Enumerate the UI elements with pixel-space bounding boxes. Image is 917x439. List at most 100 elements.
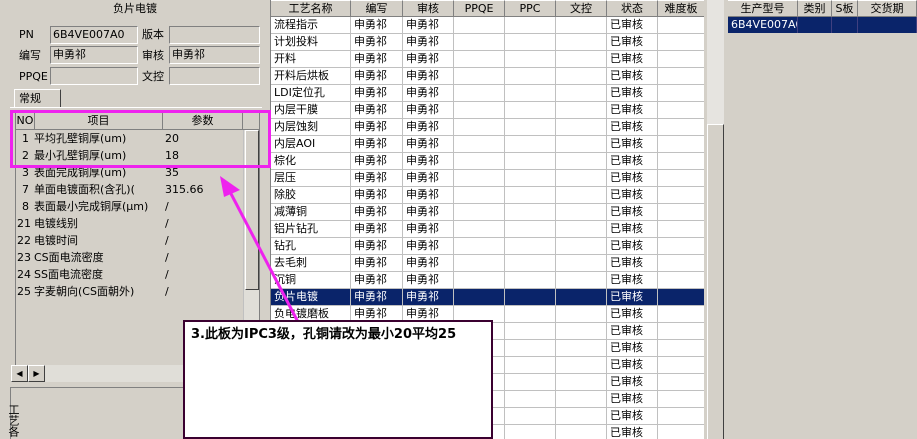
col-process-name[interactable]: 工艺名称 bbox=[271, 0, 351, 17]
cell-doc-control bbox=[556, 204, 607, 221]
row-value[interactable]: / bbox=[165, 283, 169, 300]
cell-doc-control bbox=[556, 323, 607, 340]
process-row[interactable]: 层压 申勇祁 申勇祁 已审核 bbox=[271, 170, 704, 187]
process-row[interactable]: LDI定位孔 申勇祁 申勇祁 已审核 bbox=[271, 85, 704, 102]
cell-ppqe bbox=[454, 170, 505, 187]
row-delivery bbox=[858, 17, 917, 33]
cell-process-name: 钻孔 bbox=[271, 238, 351, 255]
col-status[interactable]: 状态 bbox=[607, 0, 658, 17]
reviewer-field[interactable]: 申勇祁 bbox=[169, 46, 260, 64]
cell-doc-control bbox=[556, 289, 607, 306]
row-item: 电镀时间 bbox=[34, 234, 78, 247]
cell-process-name: 内层蚀刻 bbox=[271, 119, 351, 136]
cell-status: 已审核 bbox=[607, 119, 658, 136]
cell-difficulty bbox=[658, 170, 704, 187]
col-category[interactable]: 类别 bbox=[798, 0, 832, 17]
col-reviewer[interactable]: 审核 bbox=[403, 0, 454, 17]
col-s-board[interactable]: S板 bbox=[832, 0, 858, 17]
process-row[interactable]: 计划投料 申勇祁 申勇祁 已审核 bbox=[271, 34, 704, 51]
cell-reviewer: 申勇祁 bbox=[403, 289, 454, 306]
cell-process-name: 内层AOI bbox=[271, 136, 351, 153]
process-row[interactable]: 流程指示 申勇祁 申勇祁 已审核 bbox=[271, 17, 704, 34]
grid-row[interactable]: 7 单面电镀面积(含孔)( 315.66 bbox=[16, 181, 244, 198]
cell-doc-control bbox=[556, 136, 607, 153]
grid-row[interactable]: 21 电镀线别 / bbox=[16, 215, 244, 232]
cell-difficulty bbox=[658, 17, 704, 34]
cell-difficulty bbox=[658, 153, 704, 170]
process-table-scrollbar[interactable] bbox=[707, 0, 724, 439]
cell-status: 已审核 bbox=[607, 153, 658, 170]
cell-reviewer: 申勇祁 bbox=[403, 272, 454, 289]
author-field[interactable]: 申勇祁 bbox=[50, 46, 138, 64]
cell-ppc bbox=[505, 187, 556, 204]
process-row[interactable]: 负片电镀 申勇祁 申勇祁 已审核 bbox=[271, 289, 704, 306]
cell-doc-control bbox=[556, 272, 607, 289]
grid-row[interactable]: 25 字麦朝向(CS面朝外) / bbox=[16, 283, 244, 300]
production-row[interactable]: 6B4VE007A0 bbox=[728, 17, 917, 33]
row-no: 21 bbox=[17, 217, 31, 230]
cell-ppc bbox=[505, 255, 556, 272]
row-value[interactable]: / bbox=[165, 266, 169, 283]
ppqe-field[interactable] bbox=[50, 67, 138, 85]
process-row[interactable]: 内层蚀刻 申勇祁 申勇祁 已审核 bbox=[271, 119, 704, 136]
process-row[interactable]: 铝片钻孔 申勇祁 申勇祁 已审核 bbox=[271, 221, 704, 238]
col-author[interactable]: 编写 bbox=[351, 0, 403, 17]
doc-control-field[interactable] bbox=[169, 67, 260, 85]
row-value[interactable]: / bbox=[165, 249, 169, 266]
col-delivery[interactable]: 交货期 bbox=[858, 0, 917, 17]
process-row[interactable]: 开料后烘板 申勇祁 申勇祁 已审核 bbox=[271, 68, 704, 85]
grid-row[interactable]: 23 CS面电流密度 / bbox=[16, 249, 244, 266]
cell-reviewer: 申勇祁 bbox=[403, 136, 454, 153]
cell-difficulty bbox=[658, 51, 704, 68]
cell-ppc bbox=[505, 408, 556, 425]
col-ppc[interactable]: PPC bbox=[505, 0, 556, 17]
cell-ppc bbox=[505, 68, 556, 85]
row-item: 电镀线别 bbox=[34, 217, 78, 230]
process-row[interactable]: 钻孔 申勇祁 申勇祁 已审核 bbox=[271, 238, 704, 255]
row-item: 单面电镀面积(含孔)( bbox=[34, 183, 135, 196]
cell-difficulty bbox=[658, 68, 704, 85]
pn-field[interactable]: 6B4VE007A0 bbox=[50, 26, 138, 44]
cell-author: 申勇祁 bbox=[351, 187, 403, 204]
col-doc-control[interactable]: 文控 bbox=[556, 0, 607, 17]
cell-ppqe bbox=[454, 204, 505, 221]
cell-difficulty bbox=[658, 136, 704, 153]
col-difficulty[interactable]: 难度板 bbox=[658, 0, 704, 17]
cell-author: 申勇祁 bbox=[351, 153, 403, 170]
cell-process-name: 流程指示 bbox=[271, 17, 351, 34]
grid-row[interactable]: 8 表面最小完成铜厚(μm) / bbox=[16, 198, 244, 215]
cell-status: 已审核 bbox=[607, 136, 658, 153]
row-value[interactable]: / bbox=[165, 215, 169, 232]
tab-general[interactable]: 常规 bbox=[14, 89, 61, 108]
process-row[interactable]: 减薄铜 申勇祁 申勇祁 已审核 bbox=[271, 204, 704, 221]
cell-ppc bbox=[505, 34, 556, 51]
process-row[interactable]: 开料 申勇祁 申勇祁 已审核 bbox=[271, 51, 704, 68]
col-ppqe[interactable]: PPQE bbox=[454, 0, 505, 17]
process-table-scroll-thumb[interactable] bbox=[707, 124, 724, 439]
process-row[interactable]: 棕化 申勇祁 申勇祁 已审核 bbox=[271, 153, 704, 170]
process-row[interactable]: 内层AOI 申勇祁 申勇祁 已审核 bbox=[271, 136, 704, 153]
cell-ppc bbox=[505, 136, 556, 153]
cell-author: 申勇祁 bbox=[351, 136, 403, 153]
cell-ppqe bbox=[454, 136, 505, 153]
cell-author: 申勇祁 bbox=[351, 170, 403, 187]
row-value[interactable]: / bbox=[165, 198, 169, 215]
scroll-left-arrow-icon[interactable]: ◀ bbox=[11, 365, 28, 382]
process-row[interactable]: 内层干膜 申勇祁 申勇祁 已审核 bbox=[271, 102, 704, 119]
row-value[interactable]: / bbox=[165, 232, 169, 249]
cell-ppc bbox=[505, 306, 556, 323]
cell-status: 已审核 bbox=[607, 102, 658, 119]
scroll-right-arrow-icon[interactable]: ▶ bbox=[28, 365, 45, 382]
process-row[interactable]: 去毛刺 申勇祁 申勇祁 已审核 bbox=[271, 255, 704, 272]
pn-label: PN bbox=[19, 28, 34, 41]
grid-row[interactable]: 24 SS面电流密度 / bbox=[16, 266, 244, 283]
process-row[interactable]: 沉铜 申勇祁 申勇祁 已审核 bbox=[271, 272, 704, 289]
grid-row[interactable]: 22 电镀时间 / bbox=[16, 232, 244, 249]
cell-ppqe bbox=[454, 238, 505, 255]
cell-doc-control bbox=[556, 238, 607, 255]
version-field[interactable] bbox=[169, 26, 260, 44]
row-value[interactable]: 315.66 bbox=[165, 181, 204, 198]
process-row[interactable]: 除胶 申勇祁 申勇祁 已审核 bbox=[271, 187, 704, 204]
col-model[interactable]: 生产型号 bbox=[728, 0, 798, 17]
cell-doc-control bbox=[556, 357, 607, 374]
